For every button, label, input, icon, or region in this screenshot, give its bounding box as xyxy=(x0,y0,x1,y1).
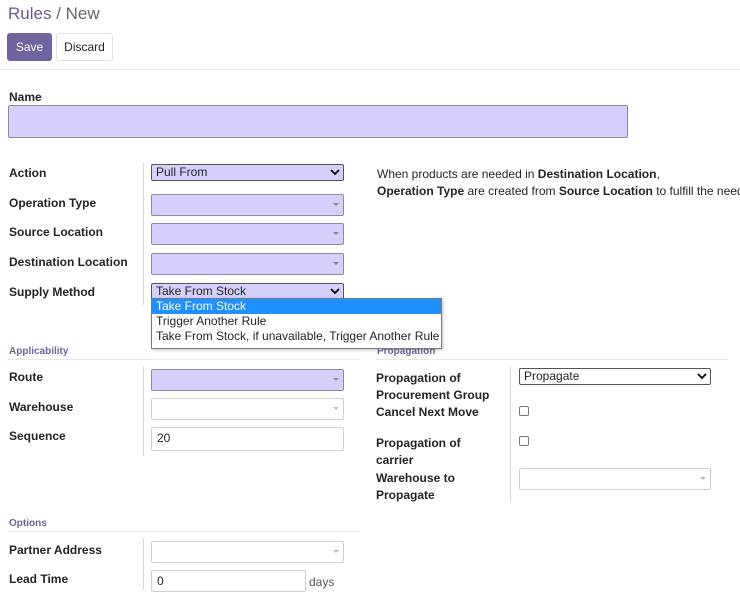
sequence-label: Sequence xyxy=(9,429,66,443)
options-section-divider xyxy=(8,531,360,532)
chevron-down-icon xyxy=(697,373,707,380)
supply-method-label: Supply Method xyxy=(9,285,95,299)
options-section-title: Options xyxy=(9,518,47,529)
caret-down-icon xyxy=(333,262,339,265)
options-column-divider xyxy=(143,538,144,590)
cancel-next-move-checkbox[interactable] xyxy=(519,406,529,416)
rule-help-text: When products are needed in Destination … xyxy=(377,167,740,198)
partner-address-label: Partner Address xyxy=(9,543,102,557)
lead-time-label: Lead Time xyxy=(9,572,69,586)
sequence-input[interactable]: 20 xyxy=(151,427,344,451)
carrier-propagation-checkbox[interactable] xyxy=(519,436,529,446)
action-select[interactable]: Pull From xyxy=(151,164,344,181)
operation-type-field[interactable] xyxy=(151,194,344,216)
lead-time-input[interactable]: 0 xyxy=(151,570,306,592)
applicability-section-title: Applicability xyxy=(9,346,69,357)
supply-method-select-value: Take From Stock xyxy=(156,284,247,298)
operation-type-label: Operation Type xyxy=(9,196,97,210)
action-label: Action xyxy=(9,166,47,180)
breadcrumb-current: New xyxy=(65,4,100,23)
column-divider xyxy=(143,163,144,305)
supply-method-option[interactable]: Trigger Another Rule xyxy=(152,314,441,329)
caret-down-icon xyxy=(333,550,339,553)
applicability-column-divider xyxy=(143,366,144,456)
procurement-group-select[interactable]: Propagate xyxy=(519,368,711,385)
save-button[interactable]: Save xyxy=(7,33,52,61)
procurement-group-select-value: Propagate xyxy=(524,369,580,383)
propagation-section-divider xyxy=(376,359,728,360)
caret-down-icon xyxy=(333,378,339,381)
destination-location-field[interactable] xyxy=(151,253,344,275)
action-select-value: Pull From xyxy=(156,165,208,179)
supply-method-dropdown: Take From Stock Trigger Another Rule Tak… xyxy=(151,298,442,349)
warehouse-field[interactable] xyxy=(151,398,344,420)
route-label: Route xyxy=(9,370,43,384)
discard-button[interactable]: Discard xyxy=(56,33,113,61)
propagation-column-divider xyxy=(510,366,511,502)
warehouse-to-propagate-field[interactable] xyxy=(519,468,711,490)
caret-down-icon xyxy=(333,407,339,410)
source-location-field[interactable] xyxy=(151,223,344,245)
destination-location-label: Destination Location xyxy=(9,255,128,269)
name-label: Name xyxy=(9,90,42,104)
caret-down-icon xyxy=(333,203,339,206)
supply-method-option[interactable]: Take From Stock, if unavailable, Trigger… xyxy=(152,329,441,344)
warehouse-label: Warehouse xyxy=(9,400,74,414)
toolbar-divider xyxy=(0,69,740,70)
breadcrumb: Rules / New xyxy=(8,4,100,24)
carrier-propagation-label: Propagation of carrier xyxy=(376,436,461,467)
breadcrumb-separator: / xyxy=(51,4,66,23)
supply-method-option[interactable]: Take From Stock xyxy=(152,299,441,314)
chevron-down-icon xyxy=(330,288,340,295)
breadcrumb-parent[interactable]: Rules xyxy=(8,4,51,23)
applicability-section-divider xyxy=(8,359,360,360)
route-field[interactable] xyxy=(151,369,344,391)
procurement-group-label: Propagation of Procurement Group xyxy=(376,371,490,402)
warehouse-to-propagate-label: Warehouse to Propagate xyxy=(376,471,455,502)
partner-address-field[interactable] xyxy=(151,541,344,563)
caret-down-icon xyxy=(333,232,339,235)
name-input[interactable] xyxy=(8,105,628,138)
chevron-down-icon xyxy=(330,169,340,176)
lead-time-unit: days xyxy=(309,575,335,589)
caret-down-icon xyxy=(700,477,706,480)
cancel-next-move-label: Cancel Next Move xyxy=(376,405,479,419)
source-location-label: Source Location xyxy=(9,225,104,239)
